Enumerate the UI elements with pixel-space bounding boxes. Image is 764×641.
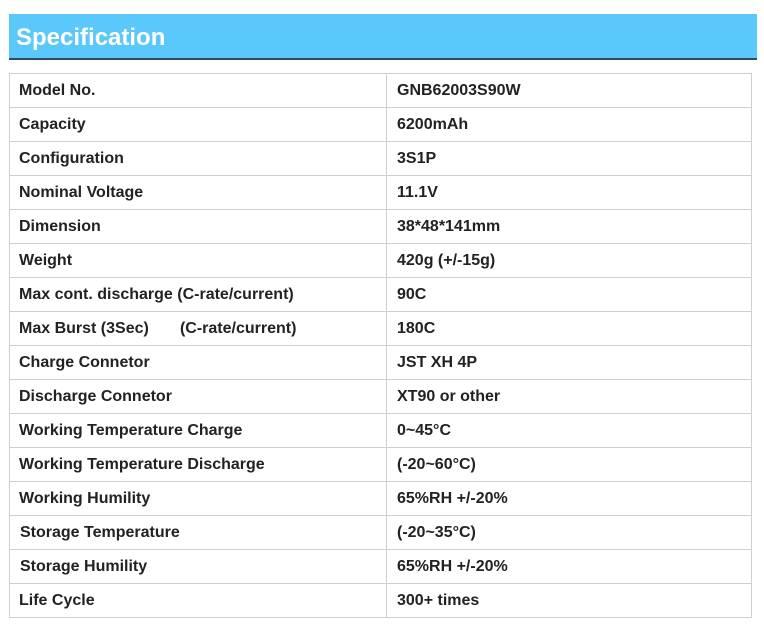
spec-label: Working Temperature Charge bbox=[9, 413, 387, 448]
table-row: Model No. GNB62003S90W bbox=[9, 73, 752, 108]
table-row: Storage Humility 65%RH +/-20% bbox=[9, 549, 752, 584]
spec-label: Working Humility bbox=[9, 481, 387, 516]
table-row: Discharge Connetor XT90 or other bbox=[9, 379, 752, 414]
spec-label: Storage Temperature bbox=[9, 515, 387, 550]
table-row: Charge Connetor JST XH 4P bbox=[9, 345, 752, 380]
table-row: Working Humility 65%RH +/-20% bbox=[9, 481, 752, 516]
spec-value: 420g (+/-15g) bbox=[386, 243, 752, 278]
spec-label: Configuration bbox=[9, 141, 387, 176]
spec-label: Model No. bbox=[9, 73, 387, 108]
spec-value: (-20~35°C) bbox=[386, 515, 752, 550]
spec-value: 11.1V bbox=[386, 175, 752, 210]
spec-value: 300+ times bbox=[386, 583, 752, 618]
spec-label: Storage Humility bbox=[9, 549, 387, 584]
spec-value: 38*48*141mm bbox=[386, 209, 752, 244]
spec-label: Max Burst (3Sec) (C-rate/current) bbox=[9, 311, 387, 346]
spec-label: Weight bbox=[9, 243, 387, 278]
table-row: Dimension 38*48*141mm bbox=[9, 209, 752, 244]
spec-label: Dimension bbox=[9, 209, 387, 244]
table-row: Capacity 6200mAh bbox=[9, 107, 752, 142]
spec-label: Max cont. discharge (C-rate/current) bbox=[9, 277, 387, 312]
spec-value: 180C bbox=[386, 311, 752, 346]
spec-value: 6200mAh bbox=[386, 107, 752, 142]
section-header: Specification bbox=[9, 14, 757, 60]
spec-value: 0~45°C bbox=[386, 413, 752, 448]
table-row: Working Temperature Discharge (-20~60°C) bbox=[9, 447, 752, 482]
table-row: Configuration 3S1P bbox=[9, 141, 752, 176]
specification-table: Model No. GNB62003S90W Capacity 6200mAh … bbox=[9, 73, 752, 618]
spec-label: Life Cycle bbox=[9, 583, 387, 618]
spec-value: 65%RH +/-20% bbox=[386, 481, 752, 516]
spec-value: GNB62003S90W bbox=[386, 73, 752, 108]
table-row: Storage Temperature (-20~35°C) bbox=[9, 515, 752, 550]
spec-value: (-20~60°C) bbox=[386, 447, 752, 482]
section-title: Specification bbox=[16, 24, 166, 51]
spec-value: 65%RH +/-20% bbox=[386, 549, 752, 584]
spec-label: Nominal Voltage bbox=[9, 175, 387, 210]
table-row: Nominal Voltage 11.1V bbox=[9, 175, 752, 210]
spec-value: XT90 or other bbox=[386, 379, 752, 414]
spec-value: 3S1P bbox=[386, 141, 752, 176]
table-row: Working Temperature Charge 0~45°C bbox=[9, 413, 752, 448]
table-row: Life Cycle 300+ times bbox=[9, 583, 752, 618]
spec-label: Discharge Connetor bbox=[9, 379, 387, 414]
table-row: Max Burst (3Sec) (C-rate/current) 180C bbox=[9, 311, 752, 346]
table-row: Max cont. discharge (C-rate/current) 90C bbox=[9, 277, 752, 312]
spec-label: Capacity bbox=[9, 107, 387, 142]
spec-value: JST XH 4P bbox=[386, 345, 752, 380]
spec-label: Working Temperature Discharge bbox=[9, 447, 387, 482]
spec-label: Charge Connetor bbox=[9, 345, 387, 380]
spec-value: 90C bbox=[386, 277, 752, 312]
table-row: Weight 420g (+/-15g) bbox=[9, 243, 752, 278]
